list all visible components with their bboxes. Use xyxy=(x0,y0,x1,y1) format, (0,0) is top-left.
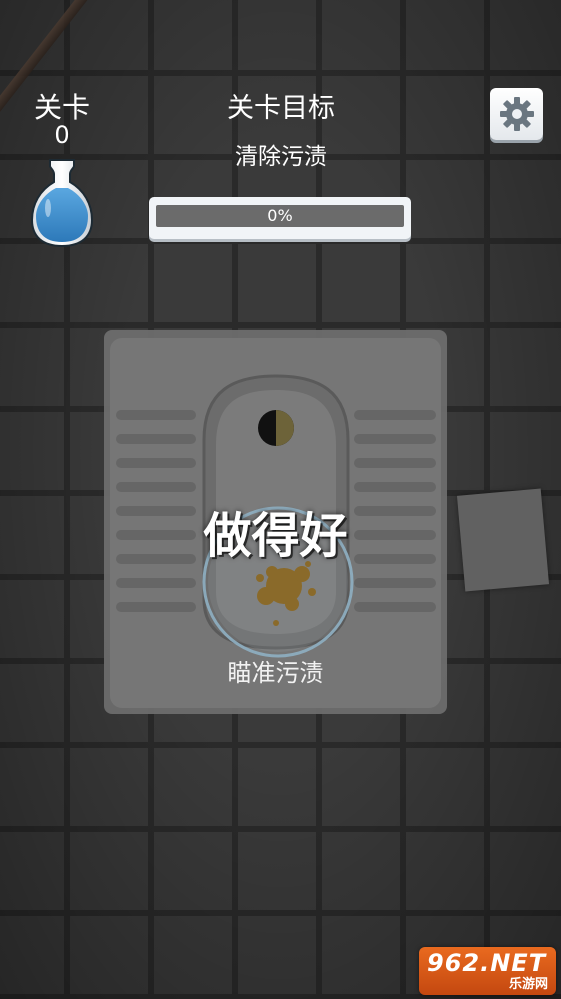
vase-icon xyxy=(30,159,94,248)
goal-title: 关卡目标 xyxy=(227,93,335,124)
goal-subtitle: 清除污渍 xyxy=(235,144,327,170)
level-complete-text: 做得好 xyxy=(203,508,348,564)
cleaning-progress-bar: 0% xyxy=(149,197,411,239)
toilet-paper-sheet xyxy=(456,488,550,592)
gear-icon xyxy=(499,97,534,131)
aim-hint: 瞄准污渍 xyxy=(227,659,324,687)
watermark-sub: 乐游网 xyxy=(508,977,548,992)
level-label: 关卡 xyxy=(33,91,90,124)
toilet-stage[interactable]: 做得好 瞄准污渍 xyxy=(104,330,447,714)
progress-percent: 0% xyxy=(267,206,293,225)
settings-button[interactable] xyxy=(490,88,543,140)
progress-track: 0% xyxy=(156,205,404,227)
level-number: 0 xyxy=(54,121,70,149)
site-watermark: 962.NET 乐游网 xyxy=(419,947,556,995)
